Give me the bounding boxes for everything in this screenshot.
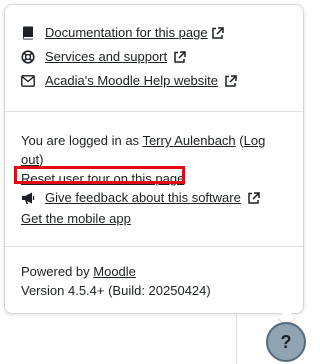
logout-link-part2[interactable]: out — [21, 152, 39, 167]
external-link-icon — [224, 74, 237, 88]
highlight-box — [14, 166, 185, 184]
services-support-link-row[interactable]: Services and support — [21, 48, 186, 66]
services-support-link[interactable]: Services and support — [45, 48, 167, 66]
user-profile-link[interactable]: Terry Aulenbach — [142, 133, 235, 148]
life-ring-icon — [21, 50, 35, 64]
get-mobile-app-link[interactable]: Get the mobile app — [21, 211, 131, 226]
book-icon — [21, 26, 35, 40]
powered-by-prefix: Powered by — [21, 264, 94, 279]
external-link-icon — [211, 26, 224, 40]
login-prefix: You are logged in as — [21, 133, 143, 148]
footer-help-button[interactable]: ? — [266, 322, 306, 362]
help-button-label: ? — [280, 331, 292, 352]
bullhorn-icon — [21, 191, 35, 205]
give-feedback-link[interactable]: Give feedback about this software — [45, 189, 241, 207]
login-info: You are logged in as Terry Aulenbach (Lo… — [21, 131, 291, 169]
documentation-link-row[interactable]: Documentation for this page — [21, 24, 224, 42]
section-divider — [5, 111, 303, 112]
logout-link-part1[interactable]: Log — [244, 133, 266, 148]
feedback-link-row[interactable]: Give feedback about this software — [21, 189, 260, 207]
footer-help-popover: Documentation for this page Services and… — [4, 4, 304, 328]
logout-open: ( — [235, 133, 244, 148]
envelope-icon — [21, 74, 35, 88]
external-link-icon — [173, 50, 186, 64]
moodle-help-website-link-row[interactable]: Acadia's Moodle Help website — [21, 72, 237, 90]
page-edge-divider — [236, 315, 237, 364]
moodle-help-website-link[interactable]: Acadia's Moodle Help website — [45, 72, 218, 90]
moodle-link[interactable]: Moodle — [93, 264, 136, 279]
external-link-icon — [247, 191, 260, 205]
version-info: Version 4.5.4+ (Build: 20250424) — [21, 283, 211, 298]
powered-by: Powered by Moodle — [21, 262, 136, 281]
section-divider — [5, 246, 303, 247]
documentation-link[interactable]: Documentation for this page — [45, 24, 208, 42]
logout-close: ) — [39, 152, 44, 167]
mobile-app-row[interactable]: Get the mobile app — [21, 209, 131, 228]
